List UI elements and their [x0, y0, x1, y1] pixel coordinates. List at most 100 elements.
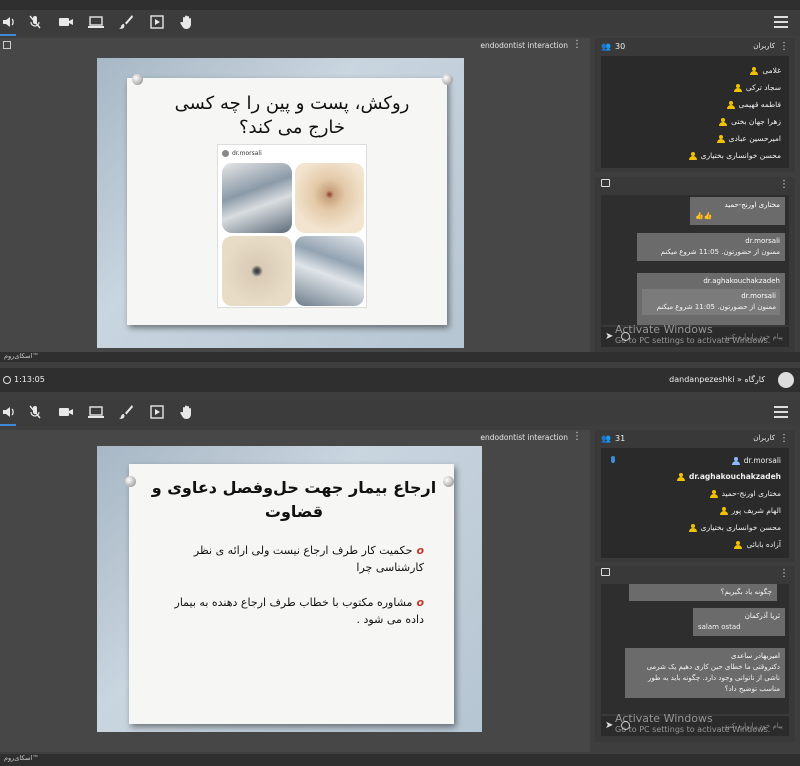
clock-icon	[3, 376, 11, 384]
users-kebab-icon[interactable]: ⋮	[779, 434, 789, 444]
camera-icon[interactable]	[57, 404, 75, 422]
user-item[interactable]: dr.aghakouchakzadeh	[676, 472, 781, 481]
hand-icon[interactable]	[178, 404, 196, 422]
send-icon[interactable]: ➤	[605, 331, 613, 342]
chat-text: دکتروقتی ما خطای حین کاری دهیم یک شرمی ن…	[646, 663, 780, 693]
chat-sender: dr.aghakouchakzadeh	[703, 277, 780, 285]
mic-active-icon	[611, 456, 615, 463]
status-text: اسکای‌روم™	[4, 352, 39, 360]
chat-message: dr.aghakouchakzadeh dr.morsali ممنون از …	[637, 273, 785, 325]
account-icon[interactable]	[778, 372, 794, 388]
user-icon	[688, 151, 697, 160]
user-name: امیرحسین عبادی	[728, 134, 781, 143]
instagram-username: dr.morsali	[232, 149, 262, 157]
content-kebab-icon[interactable]: ⋮	[572, 432, 582, 442]
user-icon	[750, 66, 759, 75]
user-item[interactable]: امیرحسین عبادی	[716, 134, 781, 143]
windows-watermark: Activate Windows Go to PC settings to ac…	[615, 323, 770, 345]
user-item[interactable]: فاطمه قهیمی	[726, 100, 781, 109]
quoted-message: dr.morsali ممنون از حضورتون. 11:05 شروع …	[642, 289, 780, 315]
users-panel: 👥 30 کاربران ⋮ غلامی سجاد ترکی فاطمه قهی…	[595, 38, 795, 172]
users-panel: 👥 31 کاربران ⋮ dr.morsali dr.aghakouchak…	[595, 430, 795, 562]
brush-icon[interactable]	[117, 404, 135, 422]
users-kebab-icon[interactable]: ⋮	[779, 42, 789, 52]
user-icon	[734, 540, 743, 549]
user-item[interactable]: زهرا جهان بختی	[719, 117, 781, 126]
chat-text: چگونه یاد بگیریم؟	[720, 588, 772, 596]
xray-photo-4	[295, 236, 364, 306]
user-item[interactable]: غلامی	[750, 66, 781, 75]
screen-share-icon[interactable]	[87, 404, 105, 422]
watermark-title: Activate Windows	[615, 712, 713, 725]
content-options-icon[interactable]	[3, 41, 11, 49]
pin-right	[442, 74, 453, 85]
user-name: غلامی	[762, 66, 781, 75]
user-item[interactable]: آزاده بابائی	[734, 540, 781, 549]
user-name: الهام شریف پور	[731, 506, 781, 515]
mic-off-icon[interactable]	[26, 14, 44, 32]
chat-sender: امیربهادر ساعدی	[730, 652, 780, 660]
user-name: آزاده بابائی	[746, 540, 781, 549]
chat-kebab-icon[interactable]: ⋮	[779, 180, 789, 190]
user-icon	[719, 117, 728, 126]
hamburger-menu-icon[interactable]	[774, 406, 788, 418]
user-name: فاطمه قهیمی	[738, 100, 781, 109]
status-bar: اسکای‌روم™	[0, 352, 800, 362]
hand-icon[interactable]	[178, 14, 196, 32]
users-panel-header: 👥 30 کاربران ⋮	[595, 41, 795, 57]
breadcrumb[interactable]: dandanpezeshki » کارگاه	[669, 375, 765, 384]
slide-background: ارجاع بیمار جهت حل‌وفصل دعاوی و قضاوت oح…	[97, 446, 482, 732]
user-name: محسن خوانساری بختیاری	[700, 151, 781, 160]
user-name: dr.morsali	[743, 456, 781, 465]
user-list: dr.morsali dr.aghakouchakzadeh مختاری او…	[601, 448, 789, 558]
brush-icon[interactable]	[117, 14, 135, 32]
chat-text: salam ostad	[698, 623, 741, 631]
camera-icon[interactable]	[57, 14, 75, 32]
tooth-photo-2	[295, 163, 364, 233]
active-indicator	[0, 424, 16, 426]
user-icon	[731, 456, 740, 465]
users-title: کاربران	[753, 42, 775, 50]
bullet-text: حکمیت کار طرف ارجاع نیست ولی ارائه ی نظر…	[193, 544, 424, 574]
user-item[interactable]: سجاد ترکی	[733, 83, 781, 92]
user-icon	[716, 134, 725, 143]
user-icon	[676, 472, 685, 481]
quote-text: ممنون از حضورتون. 11:05 شروع میکنم	[656, 303, 776, 311]
watermark-sub: Go to PC settings to activate Windows.	[615, 725, 771, 734]
send-icon[interactable]: ➤	[605, 720, 613, 731]
media-icon[interactable]	[148, 14, 166, 32]
chat-message: ثریا آذرکمان salam ostad	[693, 608, 785, 636]
user-item[interactable]: dr.morsali	[731, 456, 781, 465]
users-group-icon: 👥	[601, 42, 611, 51]
active-indicator	[0, 34, 16, 36]
mic-off-icon[interactable]	[26, 404, 44, 422]
users-count: 31	[615, 434, 626, 443]
avatar	[222, 149, 229, 157]
user-name: dr.aghakouchakzadeh	[688, 472, 781, 481]
user-list: غلامی سجاد ترکی فاطمه قهیمی زهرا جهان بخ…	[601, 56, 789, 168]
user-item[interactable]: الهام شریف پور	[719, 506, 781, 515]
speaker-icon[interactable]	[0, 404, 18, 422]
media-icon[interactable]	[148, 404, 166, 422]
speaker-icon[interactable]	[0, 14, 18, 32]
user-item[interactable]: مختاری اورنج-حمید	[709, 489, 781, 498]
chat-message: امیربهادر ساعدی دکتروقتی ما خطای حین کار…	[625, 648, 785, 698]
screen-2: 1:13:05 dandanpezeshki » کارگاه endodont…	[0, 368, 800, 766]
chat-panel-header: ⋮	[595, 179, 795, 195]
content-kebab-icon[interactable]: ⋮	[572, 40, 582, 50]
user-icon	[719, 506, 728, 515]
chat-kebab-icon[interactable]: ⋮	[779, 569, 789, 579]
hamburger-menu-icon[interactable]	[774, 16, 788, 28]
user-item[interactable]: محسن خوانساری بختیاری	[688, 523, 781, 532]
watermark-sub: Go to PC settings to activate Windows.	[615, 336, 771, 345]
slide-background: روکش، پست و پین را چه کسی خارج می کند؟ d…	[97, 58, 464, 348]
presentation-area: endodontist interaction ⋮ ارجاع بیمار جه…	[0, 430, 590, 752]
user-name: محسن خوانساری بختیاری	[700, 523, 781, 532]
user-item[interactable]: محسن خوانساری بختیاری	[688, 151, 781, 160]
screen-share-icon[interactable]	[87, 14, 105, 32]
chat-panel-header: ⋮	[595, 568, 795, 584]
chat-sender: dr.morsali	[745, 237, 780, 245]
chat-icon	[601, 568, 610, 576]
content-title: endodontist interaction	[480, 41, 568, 50]
pin-left	[132, 74, 143, 85]
